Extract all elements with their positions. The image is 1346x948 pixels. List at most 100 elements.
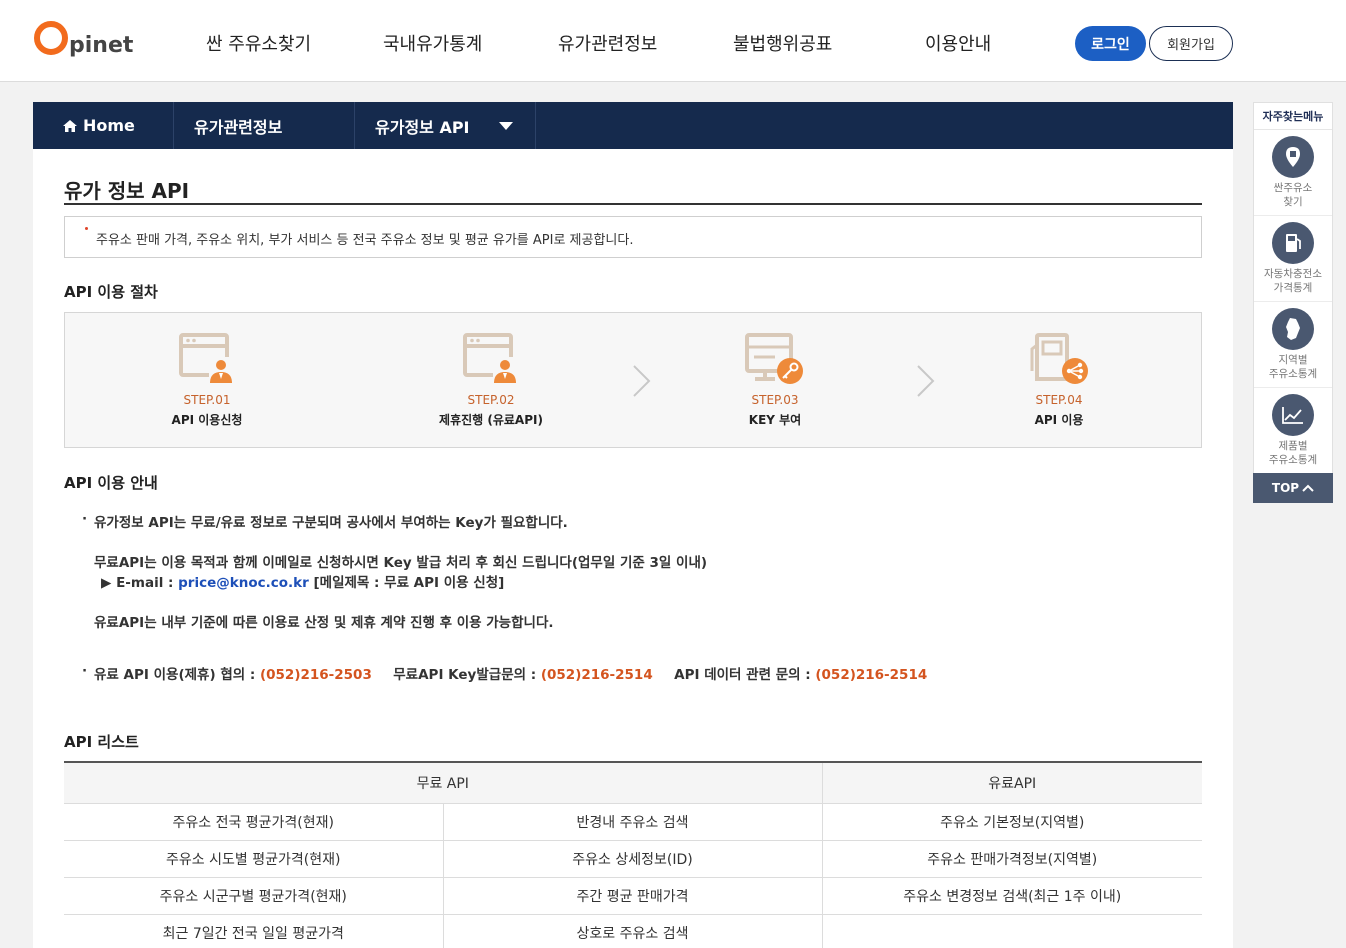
quick-item-product-stats[interactable]: 제품별주유소통계: [1254, 388, 1332, 474]
caret-down-icon: [499, 122, 513, 130]
login-button[interactable]: 로그인: [1075, 26, 1146, 61]
quick-menu: 자주찾는메뉴 싼주유소 찾기 자동차충전소 가격통계 지역별 주유소통계 제품별 주유소…: [1253, 102, 1333, 503]
key-icon: [745, 333, 803, 384]
title-divider: [64, 203, 1202, 205]
opinet-logo[interactable]: pinet: [34, 20, 133, 60]
step-4: STEP.04 API 이용: [979, 333, 1139, 428]
page-title: 유가 정보 API: [64, 179, 190, 203]
table-cell: [822, 914, 1202, 948]
contact1-label: 유료 API 이용(제휴) 협의 :: [94, 667, 260, 683]
table-cell[interactable]: 주유소 시도별 평균가격(현재): [64, 840, 444, 878]
guide-email-line: ▶ E-mail : price@knoc.co.kr [메일제목 : 무료 A…: [101, 571, 504, 591]
breadcrumb-level1-label: 유가관련정보: [194, 117, 283, 137]
table-header-row: 무료 API 유료API: [64, 761, 1202, 804]
gas-pump-icon: [1272, 222, 1314, 264]
procedure-steps: STEP.01 API 이용신청 STEP.02 제휴진행 (유료API) ST…: [64, 312, 1202, 448]
main-content: 유가 정보 API 주유소 판매 가격, 주유소 위치, 부가 서비스 등 전국…: [33, 149, 1233, 948]
guide-line-1: · 유가정보 API는 무료/유료 정보로 구분되며 공사에서 부여하는 Key…: [82, 511, 568, 531]
breadcrumb-level2-dropdown[interactable]: 유가정보 API: [355, 102, 536, 149]
guide-line-2: 무료API는 이용 목적과 함께 이메일로 신청하시면 Key 발급 처리 후 …: [94, 555, 708, 571]
quick-item-1-line2: 찾기: [1283, 196, 1303, 208]
table-row: 주유소 전국 평균가격(현재) 반경내 주유소 검색 주유소 기본정보(지역별): [64, 803, 1202, 841]
table-row: 주유소 시도별 평균가격(현재) 주유소 상세정보(ID) 주유소 판매가격정보…: [64, 840, 1202, 878]
line-chart-icon: [1272, 394, 1314, 436]
table-cell[interactable]: 주유소 상세정보(ID): [443, 840, 823, 878]
table-cell[interactable]: 최근 7일간 전국 일일 평균가격: [64, 914, 444, 948]
table-cell[interactable]: 상호로 주유소 검색: [443, 914, 823, 948]
nav-price-info[interactable]: 유가관련정보: [558, 30, 657, 56]
table-cell[interactable]: 주유소 시군구별 평균가격(현재): [64, 877, 444, 915]
quick-item-1-line1: 싼주유소: [1273, 182, 1313, 194]
top-button-label: TOP: [1271, 481, 1300, 495]
notice-text: 주유소 판매 가격, 주유소 위치, 부가 서비스 등 전국 주유소 정보 및 …: [96, 233, 634, 248]
contact2-label: 무료API Key발급문의 :: [393, 667, 541, 683]
api-list-table: 무료 API 유료API 주유소 전국 평균가격(현재) 반경내 주유소 검색 …: [64, 761, 1202, 948]
contact3-phone: (052)216-2514: [815, 667, 928, 683]
step-2-name: 제휴진행 (유료API): [439, 413, 543, 427]
breadcrumb-home[interactable]: Home: [33, 102, 174, 149]
email-link[interactable]: price@knoc.co.kr: [178, 575, 309, 591]
top-button[interactable]: TOP: [1253, 473, 1333, 503]
contact1-phone: (052)216-2503: [259, 667, 372, 683]
header: pinet 싼 주유소찾기 국내유가통계 유가관련정보 불법행위공표 이용안내 …: [0, 0, 1346, 82]
breadcrumb-level1[interactable]: 유가관련정보: [174, 102, 355, 149]
location-pin-icon: [1272, 136, 1314, 178]
nav-domestic-stats[interactable]: 국내유가통계: [383, 30, 482, 56]
email-prefix: ▶ E-mail :: [101, 575, 179, 591]
table-row: 최근 7일간 전국 일일 평균가격 상호로 주유소 검색: [64, 914, 1202, 948]
breadcrumb: Home 유가관련정보 유가정보 API: [33, 102, 1233, 149]
quick-item-4-line2: 주유소통계: [1268, 454, 1318, 466]
quick-item-cheap-station[interactable]: 싼주유소찾기: [1254, 130, 1332, 216]
chevron-right-icon: [917, 365, 935, 397]
nav-guide[interactable]: 이용안내: [925, 30, 991, 56]
korea-map-icon: [1272, 308, 1314, 350]
step-4-name: API 이용: [1034, 413, 1084, 427]
table-cell[interactable]: 주유소 판매가격정보(지역별): [822, 840, 1202, 878]
step-3-name: KEY 부여: [748, 413, 802, 427]
contact3-label: API 데이터 관련 문의 :: [674, 667, 816, 683]
nav-cheap-station[interactable]: 싼 주유소찾기: [206, 30, 311, 56]
chevron-right-icon: [633, 365, 651, 397]
quick-item-region-stats[interactable]: 지역별주유소통계: [1254, 302, 1332, 388]
step-2-num: STEP.02: [467, 393, 515, 407]
browser-person-icon: [463, 333, 517, 383]
table-cell[interactable]: 주간 평균 판매가격: [443, 877, 823, 915]
breadcrumb-level2-label: 유가정보 API: [375, 117, 470, 137]
email-suffix: [메일제목 : 무료 API 이용 신청]: [308, 575, 505, 591]
table-cell[interactable]: 주유소 전국 평균가격(현재): [64, 803, 444, 841]
quick-item-2-line2: 가격통계: [1273, 282, 1313, 294]
notice-box: 주유소 판매 가격, 주유소 위치, 부가 서비스 등 전국 주유소 정보 및 …: [64, 216, 1202, 258]
table-cell[interactable]: 주유소 변경정보 검색(최근 1주 이내): [822, 877, 1202, 915]
browser-person-icon: [179, 333, 233, 383]
step-1-num: STEP.01: [183, 393, 231, 407]
step-4-num: STEP.04: [1035, 393, 1083, 407]
logo-o-mark: [34, 21, 68, 55]
nav-illegal[interactable]: 불법행위공표: [733, 30, 832, 56]
guide-title: API 이용 안내: [64, 474, 158, 492]
guide-line-3: 유료API는 내부 기준에 따른 이용료 산정 및 제휴 계약 진행 후 이용 …: [94, 615, 554, 631]
guide-line-1-text: 유가정보 API는 무료/유료 정보로 구분되며 공사에서 부여하는 Key가 …: [94, 515, 568, 531]
bullet-dot-icon: ·: [82, 663, 88, 679]
join-button[interactable]: 회원가입: [1149, 26, 1233, 61]
quick-item-charging-stats[interactable]: 자동차충전소 가격통계: [1254, 216, 1332, 302]
step-1-name: API 이용신청: [171, 413, 243, 427]
table-cell[interactable]: 주유소 기본정보(지역별): [822, 803, 1202, 841]
step-2: STEP.02 제휴진행 (유료API): [411, 333, 571, 428]
table-cell[interactable]: 반경내 주유소 검색: [443, 803, 823, 841]
free-api-header: 무료 API: [64, 761, 823, 804]
logo-text: pinet: [69, 32, 134, 58]
quick-item-3-line1: 지역별: [1278, 354, 1308, 366]
contact2-phone: (052)216-2514: [540, 667, 653, 683]
gas-pump-share-icon: [1030, 333, 1088, 384]
procedure-title: API 이용 절차: [64, 283, 158, 301]
bullet-dot-icon: [85, 227, 88, 230]
bullet-dot-icon: ·: [82, 511, 88, 527]
api-list-title: API 리스트: [64, 733, 139, 751]
table-row: 주유소 시군구별 평균가격(현재) 주간 평균 판매가격 주유소 변경정보 검색…: [64, 877, 1202, 915]
step-3: STEP.03 KEY 부여: [695, 333, 855, 428]
quick-item-3-line2: 주유소통계: [1268, 368, 1318, 380]
guide-contacts: · 유료 API 이용(제휴) 협의 : (052)216-2503 무료API…: [82, 663, 928, 683]
quick-item-4-line1: 제품별: [1278, 440, 1308, 452]
paid-api-header: 유료API: [822, 761, 1202, 804]
home-icon: [63, 119, 77, 132]
